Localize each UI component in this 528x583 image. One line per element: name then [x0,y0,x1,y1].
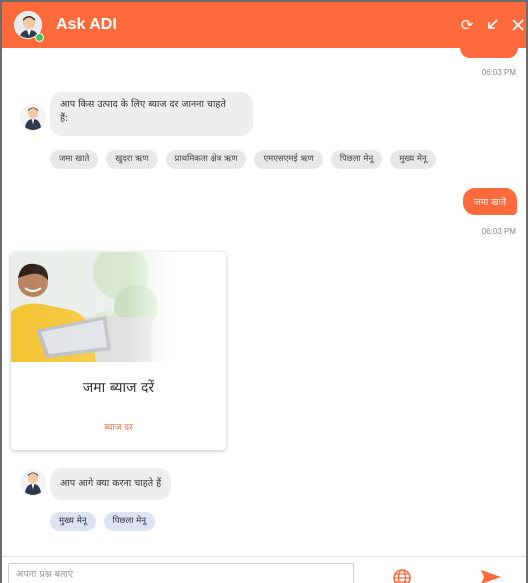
chat-title: Ask ADI [56,16,117,33]
quick-reply-chips: मुख्य मेनू पिछला मेनू [50,512,155,531]
refresh-icon[interactable]: ⟳ [457,15,477,35]
message-time: 06:03 PM [481,68,516,77]
minimize-icon[interactable] [483,15,503,35]
chat-input-bar: अपना प्रश्न बताएं [2,556,526,583]
chip-priority-sector-loan[interactable]: प्राथमिकता क्षेत्र ऋण [165,150,247,169]
user-message-bubble [460,48,518,58]
message-time: 06:03 PM [481,227,516,236]
chip-previous-menu[interactable]: पिछला मेनू [330,150,383,169]
bot-avatar [20,104,46,130]
chip-retail-loan[interactable]: खुदरा ऋण [106,150,158,169]
user-message-bubble: जमा खाते [462,188,517,215]
bot-message-text: आप किस उत्पाद के लिए ब्याज दर जानना चाहत… [60,99,226,110]
chip-msme-loan[interactable]: एमएसएमई ऋण [254,150,323,169]
bot-message-bubble: आप आगे क्या करना चाहते हैं [50,468,172,500]
chip-deposit-accounts[interactable]: जमा खाते [50,150,99,169]
chat-window: Ask ADI ⟳ 06:03 PM आप किस उत्पाद के लिए … [0,0,528,583]
bot-avatar [20,469,46,495]
chat-messages[interactable]: 06:03 PM आप किस उत्पाद के लिए ब्याज दर ज… [2,48,526,556]
chip-previous-menu[interactable]: पिछला मेनू [103,512,155,531]
bot-message-bubble: आप किस उत्पाद के लिए ब्याज दर जानना चाहत… [50,92,253,136]
card-image [11,252,226,362]
close-icon[interactable] [508,15,528,35]
globe-icon[interactable] [392,568,412,583]
bot-message-text: हैं: [60,113,69,124]
card-title: जमा ब्याज दरें [82,380,155,396]
send-icon[interactable] [480,569,502,583]
deposit-rates-card: जमा ब्याज दरें ब्याज दर [11,252,226,450]
quick-reply-chips: जमा खाते खुदरा ऋण प्राथमिकता क्षेत्र ऋण … [50,150,436,169]
message-input[interactable]: अपना प्रश्न बताएं [8,563,354,583]
chip-main-menu[interactable]: मुख्य मेनू [50,512,96,531]
chip-main-menu[interactable]: मुख्य मेनू [390,150,436,169]
online-status-dot [35,33,44,42]
interest-rate-link[interactable]: ब्याज दर [11,420,226,433]
chat-header: Ask ADI ⟳ [2,2,526,48]
